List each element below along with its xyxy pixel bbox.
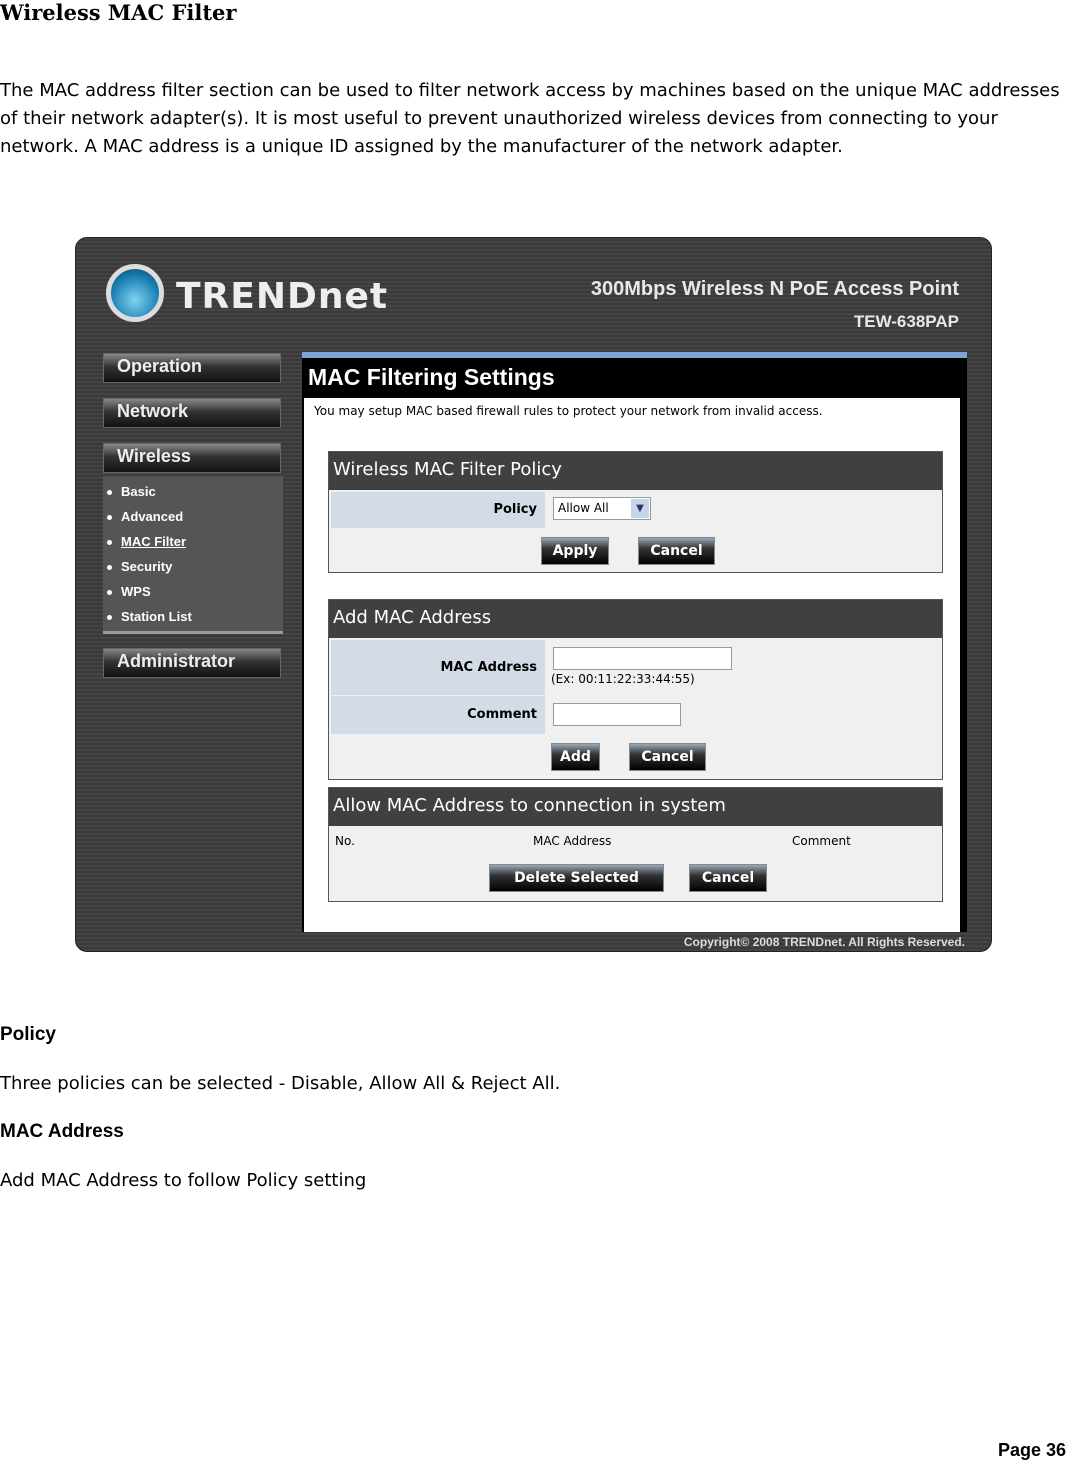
policy-select[interactable]: Allow All ▼ (553, 497, 651, 520)
mac-list-section: Allow MAC Address to connection in syste… (328, 787, 943, 902)
mac-list-header: Allow MAC Address to connection in syste… (329, 788, 942, 826)
product-name: 300Mbps Wireless N PoE Access Point (590, 278, 959, 300)
submenu-station-list[interactable]: Station List (107, 609, 192, 624)
add-mac-section: Add MAC Address MAC Address (Ex: 00:11:2… (328, 599, 943, 780)
mac-hint: (Ex: 00:11:22:33:44:55) (551, 672, 695, 686)
list-cancel-button[interactable]: Cancel (689, 864, 767, 892)
mac-address-text: Add MAC Address to follow Policy setting (0, 1170, 367, 1191)
doc-title: Wireless MAC Filter (0, 0, 237, 25)
column-mac-address: MAC Address (533, 834, 612, 848)
policy-header: Wireless MAC Filter Policy (329, 452, 942, 490)
chevron-down-icon: ▼ (631, 499, 649, 518)
column-no: No. (335, 834, 355, 848)
panel-description: You may setup MAC based firewall rules t… (314, 404, 823, 418)
wireless-submenu: Basic Advanced MAC Filter Security WPS S… (103, 476, 283, 634)
panel-title: MAC Filtering Settings (308, 364, 555, 390)
panel-body: You may setup MAC based firewall rules t… (304, 398, 960, 932)
page-number: Page 36 (997, 1440, 1066, 1460)
policy-value: Allow All (558, 501, 609, 515)
mac-address-heading: MAC Address (0, 1121, 124, 1142)
add-cancel-button[interactable]: Cancel (629, 743, 706, 771)
add-mac-header: Add MAC Address (329, 600, 942, 638)
column-comment: Comment (792, 834, 851, 848)
mac-address-input[interactable] (553, 647, 732, 670)
router-screenshot: TRENDnet 300Mbps Wireless N PoE Access P… (75, 237, 992, 952)
apply-button[interactable]: Apply (541, 537, 609, 565)
submenu-advanced[interactable]: Advanced (106, 509, 183, 524)
policy-heading: Policy (0, 1024, 56, 1045)
copyright: Copyright© 2008 TRENDnet. All Rights Res… (683, 935, 965, 949)
policy-label: Policy (331, 492, 545, 528)
intro-paragraph: The MAC address filter section can be us… (0, 80, 1060, 157)
add-button[interactable]: Add (551, 743, 600, 771)
logo-text: TRENDnet (176, 276, 389, 317)
policy-text: Three policies can be selected - Disable… (0, 1073, 561, 1094)
nav-administrator[interactable]: Administrator (103, 648, 281, 678)
comment-input[interactable] (553, 703, 681, 726)
comment-label: Comment (331, 696, 545, 734)
submenu-security[interactable]: Security (106, 559, 172, 574)
trendnet-logo-icon (106, 264, 164, 322)
nav-operation[interactable]: Operation (103, 353, 281, 383)
nav-network[interactable]: Network (103, 398, 281, 428)
nav-wireless[interactable]: Wireless (103, 443, 281, 473)
submenu-mac-filter[interactable]: MAC Filter (107, 534, 186, 549)
model-name: TEW-638PAP (853, 312, 959, 331)
delete-selected-button[interactable]: Delete Selected (489, 864, 664, 892)
submenu-basic[interactable]: Basic (107, 484, 156, 499)
submenu-wps[interactable]: WPS (107, 584, 151, 599)
policy-section: Wireless MAC Filter Policy Policy Allow … (328, 451, 943, 573)
mac-address-label: MAC Address (331, 640, 545, 695)
policy-cancel-button[interactable]: Cancel (638, 537, 715, 565)
content-panel: MAC Filtering Settings You may setup MAC… (302, 352, 967, 932)
